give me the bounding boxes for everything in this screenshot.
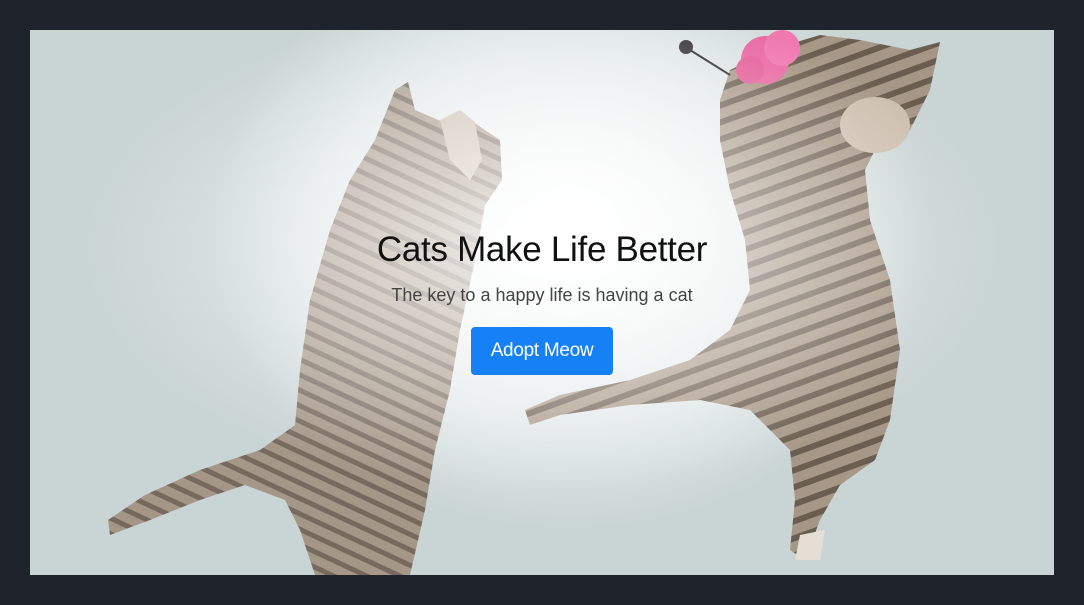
- hero-content: Cats Make Life Better The key to a happy…: [30, 30, 1054, 575]
- hero-section: Cats Make Life Better The key to a happy…: [30, 30, 1054, 575]
- hero-subtitle: The key to a happy life is having a cat: [391, 285, 693, 305]
- adopt-button[interactable]: Adopt Meow: [471, 327, 613, 375]
- hero-title: Cats Make Life Better: [376, 230, 708, 269]
